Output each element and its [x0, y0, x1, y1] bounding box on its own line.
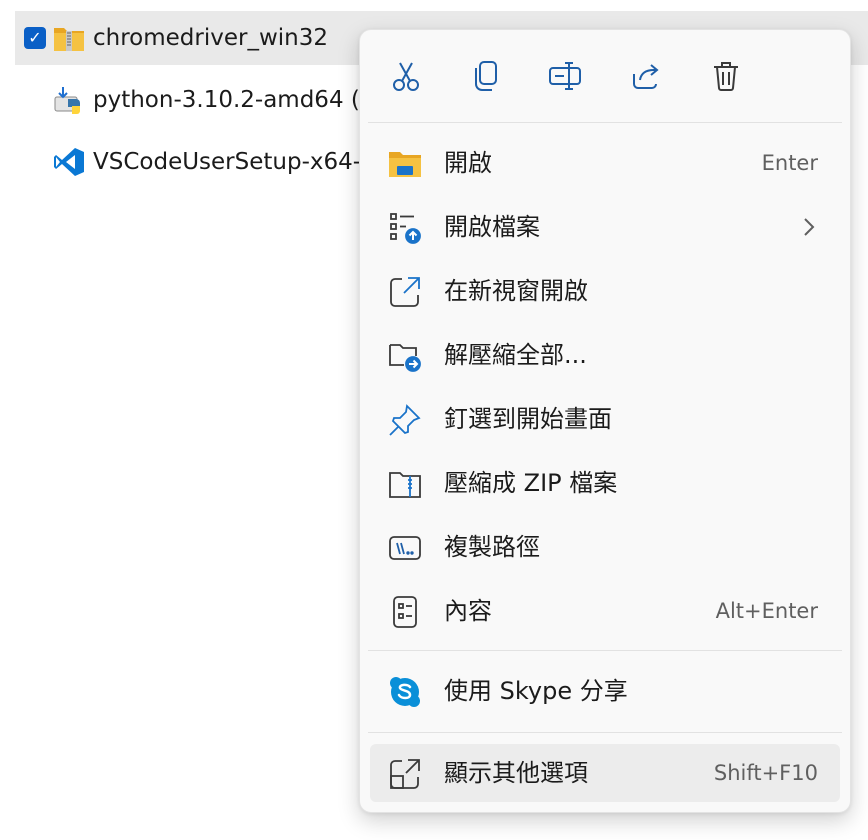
checkbox-checked-icon[interactable]: ✓: [24, 27, 46, 49]
menu-item-share-skype[interactable]: 使用 Skype 分享: [370, 662, 840, 720]
new-window-icon: [387, 275, 423, 309]
menu-item-label: 開啟: [444, 149, 492, 177]
menu-item-copy-path[interactable]: 複製路徑: [370, 518, 840, 576]
rename-icon: [548, 60, 584, 92]
menu-item-show-more-options[interactable]: 顯示其他選項 Shift+F10: [370, 744, 840, 802]
vscode-icon: [53, 147, 85, 177]
menu-item-label: 複製路徑: [444, 533, 540, 561]
open-with-icon: [387, 211, 423, 245]
zip-folder-icon: [53, 23, 85, 53]
python-installer-icon: [53, 85, 85, 115]
cut-button[interactable]: [384, 54, 428, 98]
zip-compress-icon: [387, 467, 423, 501]
delete-button[interactable]: [704, 54, 748, 98]
copy-icon: [471, 60, 501, 92]
menu-item-label: 內容: [444, 597, 492, 625]
menu-item-open-with[interactable]: 開啟檔案: [370, 198, 840, 256]
rename-button[interactable]: [544, 54, 588, 98]
folder-icon: [387, 147, 423, 181]
file-name[interactable]: chromedriver_win32: [93, 23, 328, 53]
file-name[interactable]: python-3.10.2-amd64 (: [93, 85, 360, 115]
menu-item-label: 壓縮成 ZIP 檔案: [444, 469, 618, 497]
share-icon: [630, 60, 662, 92]
skype-icon: [387, 675, 423, 709]
menu-item-label: 開啟檔案: [444, 213, 540, 241]
pin-icon: [387, 403, 423, 437]
menu-item-label: 釘選到開始畫面: [444, 405, 612, 433]
chevron-right-icon: [802, 217, 816, 237]
menu-separator: [368, 650, 842, 651]
menu-item-compress-zip[interactable]: 壓縮成 ZIP 檔案: [370, 454, 840, 512]
menu-item-label: 解壓縮全部...: [444, 341, 587, 369]
menu-item-extract-all[interactable]: 解壓縮全部...: [370, 326, 840, 384]
menu-separator: [368, 732, 842, 733]
share-button[interactable]: [624, 54, 668, 98]
extract-folder-icon: [387, 339, 423, 373]
menu-item-pin-to-start[interactable]: 釘選到開始畫面: [370, 390, 840, 448]
menu-item-label: 在新視窗開啟: [444, 277, 588, 305]
scissors-icon: [391, 60, 421, 92]
properties-icon: [387, 595, 423, 629]
trash-icon: [711, 60, 741, 92]
copy-path-icon: [387, 531, 423, 565]
menu-item-open-new-window[interactable]: 在新視窗開啟: [370, 262, 840, 320]
context-menu-toolbar: [360, 30, 850, 122]
file-name[interactable]: VSCodeUserSetup-x64-: [93, 147, 361, 177]
menu-item-label: 使用 Skype 分享: [444, 677, 628, 705]
menu-item-shortcut: Alt+Enter: [715, 599, 818, 623]
copy-button[interactable]: [464, 54, 508, 98]
menu-item-shortcut: Shift+F10: [713, 761, 818, 785]
context-menu: 開啟 Enter 開啟檔案 在新視窗開啟 解壓縮全部... 釘選到開始畫面 壓縮…: [359, 29, 851, 813]
menu-separator: [368, 122, 842, 123]
menu-item-open[interactable]: 開啟 Enter: [370, 134, 840, 192]
menu-item-shortcut: Enter: [761, 151, 818, 175]
menu-item-properties[interactable]: 內容 Alt+Enter: [370, 582, 840, 640]
more-options-icon: [387, 757, 423, 791]
menu-item-label: 顯示其他選項: [444, 759, 588, 787]
